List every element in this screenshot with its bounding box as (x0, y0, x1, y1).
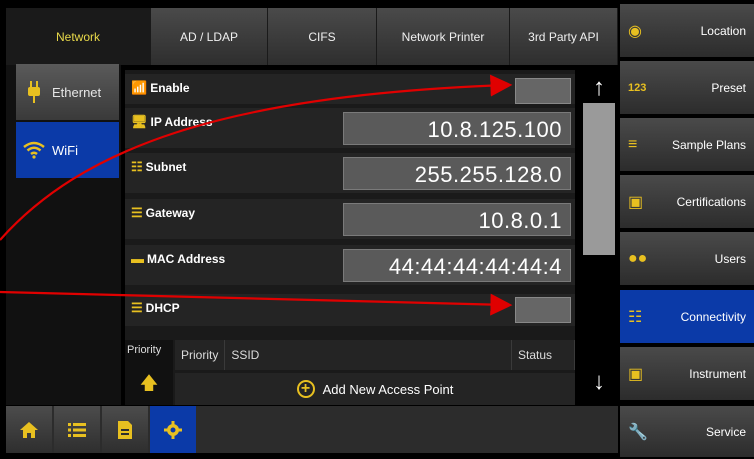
screen: Network AD / LDAP CIFS Network Printer 3… (0, 0, 754, 459)
annotation-arrow-dhcp (0, 290, 513, 316)
annotation-arrows (0, 74, 513, 316)
annotation-arrow-enable (0, 74, 513, 241)
